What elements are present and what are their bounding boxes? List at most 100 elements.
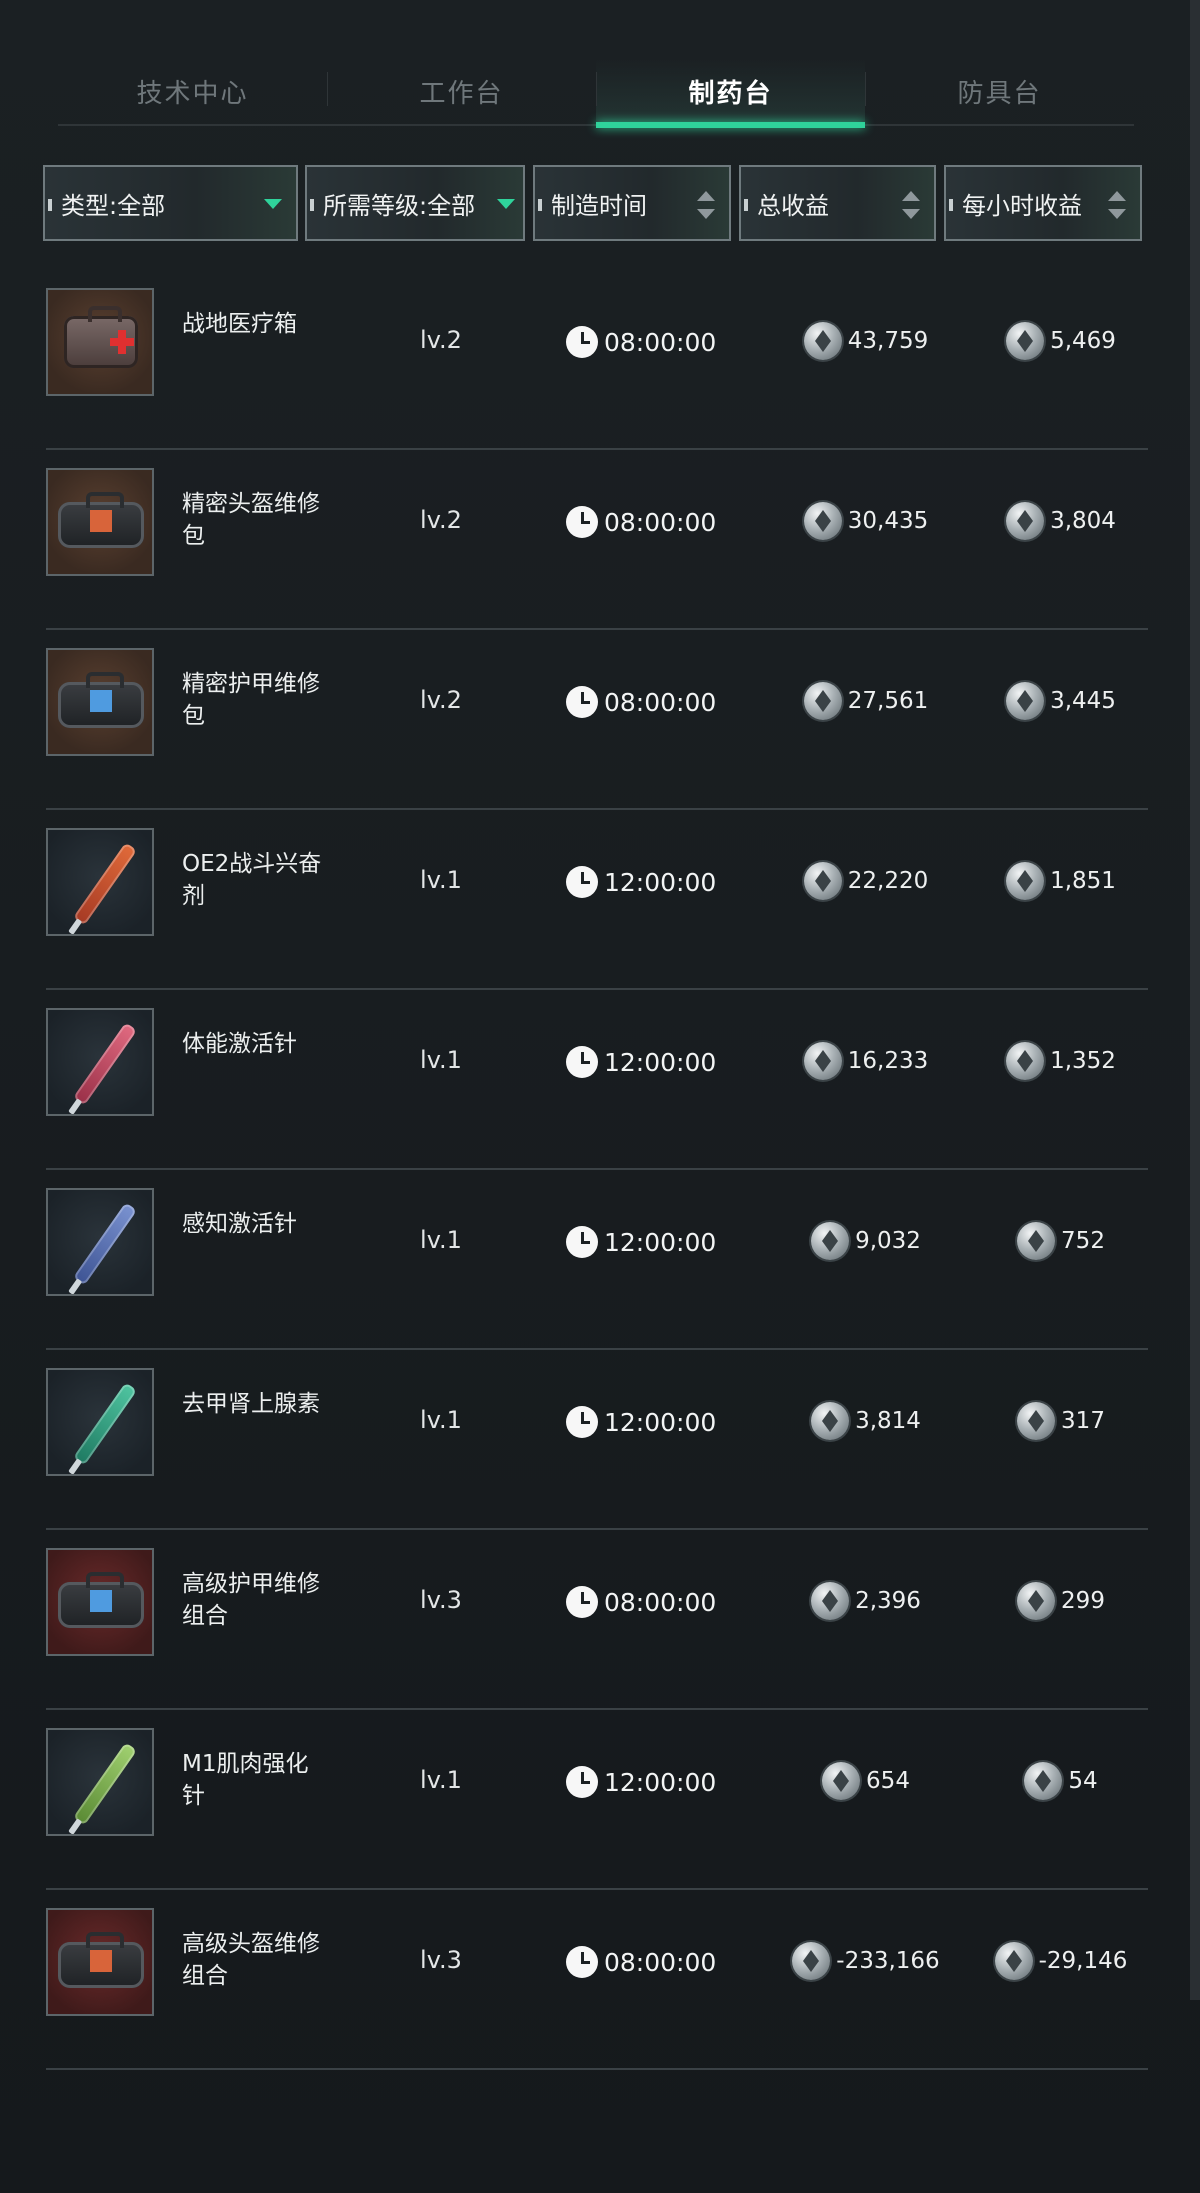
type-filter-dropdown[interactable]: 类型:全部 [43,165,298,241]
craft-time: 12:00:00 [566,1226,716,1258]
craft-time-value: 12:00:00 [604,1767,717,1797]
list-item[interactable]: 高级护甲维修组合 lv.3 08:00:00 2,396 299 [46,1530,1148,1710]
helmet-repair-bag-icon [46,468,154,576]
item-level: lv.1 [420,866,462,894]
coin-icon [1006,682,1045,720]
item-level: lv.2 [420,506,462,534]
hourly-profit-sort[interactable]: 每小时收益 [944,165,1142,241]
total-profit: 3,814 [766,1402,966,1440]
total-profit-value: 30,435 [847,508,929,534]
armor-repair-bag-icon [46,648,154,756]
level-filter-label: 所需等级:全部 [323,191,476,220]
craft-time-value: 12:00:00 [604,867,717,897]
coin-icon [1006,862,1045,900]
filter-bar: 类型:全部 所需等级:全部 制造时间 总收益 每小时收益 [43,165,1143,245]
item-name: OE2战斗兴奋剂 [182,851,322,909]
hourly-profit-value: 3,804 [1050,508,1116,534]
sort-arrows-icon [697,191,715,219]
item-name: 去甲肾上腺素 [182,1391,320,1417]
coin-icon [811,1582,850,1620]
list-item[interactable]: 体能激活针 lv.1 12:00:00 16,233 1,352 [46,990,1148,1170]
item-level: lv.1 [420,1766,462,1794]
clock-icon [566,1586,598,1618]
hourly-profit-sort-label: 每小时收益 [962,191,1082,220]
tab-tech-center[interactable]: 技术中心 [58,58,327,124]
craft-time: 12:00:00 [566,866,716,898]
level-filter-dropdown[interactable]: 所需等级:全部 [305,165,525,241]
total-profit: 2,396 [766,1582,966,1620]
craft-time: 08:00:00 [566,686,716,718]
list-item[interactable]: M1肌肉强化针 lv.1 12:00:00 654 54 [46,1710,1148,1890]
item-level: lv.1 [420,1046,462,1074]
hourly-profit-value: 299 [1061,1588,1105,1614]
craft-time: 12:00:00 [566,1766,716,1798]
list-item[interactable]: 感知激活针 lv.1 12:00:00 9,032 752 [46,1170,1148,1350]
hourly-profit: 3,804 [976,502,1146,540]
total-profit-value: 27,561 [847,688,929,714]
craft-time: 08:00:00 [566,1946,716,1978]
coin-icon [822,1762,861,1800]
syringe-icon [46,1008,154,1116]
craft-time-value: 08:00:00 [604,1947,717,1977]
item-name: 感知激活针 [182,1211,297,1237]
hourly-profit: 752 [976,1222,1146,1260]
total-profit-value: 3,814 [855,1408,921,1434]
total-profit-value: -233,166 [836,1948,940,1974]
total-profit: 43,759 [766,322,966,360]
item-name: 体能激活针 [182,1031,297,1057]
clock-icon [566,1406,598,1438]
coin-icon [803,1042,842,1080]
clock-icon [566,686,598,718]
list-item[interactable]: 精密头盔维修包 lv.2 08:00:00 30,435 3,804 [46,450,1148,630]
coin-icon [803,502,842,540]
coin-icon [1006,502,1045,540]
coin-icon [811,1402,850,1440]
craft-time: 12:00:00 [566,1046,716,1078]
clock-icon [566,506,598,538]
craft-time-value: 12:00:00 [604,1407,717,1437]
list-item[interactable]: OE2战斗兴奋剂 lv.1 12:00:00 22,220 1,851 [46,810,1148,990]
craft-time-value: 12:00:00 [604,1047,717,1077]
coin-icon [1017,1582,1056,1620]
medkit-icon [46,288,154,396]
total-profit-value: 16,233 [847,1048,929,1074]
list-item[interactable]: 去甲肾上腺素 lv.1 12:00:00 3,814 317 [46,1350,1148,1530]
tab-armor-bench[interactable]: 防具台 [865,58,1134,124]
hourly-profit: 299 [976,1582,1146,1620]
list-item[interactable]: 精密护甲维修包 lv.2 08:00:00 27,561 3,445 [46,630,1148,810]
hourly-profit-value: 54 [1068,1768,1098,1794]
total-profit: 16,233 [766,1042,966,1080]
craft-time-value: 08:00:00 [604,1587,717,1617]
craft-time-value: 08:00:00 [604,687,717,717]
item-name: 精密护甲维修包 [182,671,320,729]
tab-bar: 技术中心 工作台 制药台 防具台 [58,58,1134,128]
clock-icon [566,326,598,358]
hourly-profit-value: 5,469 [1050,328,1116,354]
total-profit-sort[interactable]: 总收益 [739,165,936,241]
total-profit-sort-label: 总收益 [757,191,829,220]
item-name: 精密头盔维修包 [182,491,320,549]
clock-icon [566,866,598,898]
list-item[interactable]: 战地医疗箱 lv.2 08:00:00 43,759 5,469 [46,270,1148,450]
hourly-profit: 3,445 [976,682,1146,720]
item-level: lv.2 [420,326,462,354]
coin-icon [1024,1762,1063,1800]
hourly-profit-value: 317 [1061,1408,1105,1434]
clock-icon [566,1226,598,1258]
tab-pharmacy[interactable]: 制药台 [596,58,865,128]
clock-icon [566,1946,598,1978]
scrollbar[interactable] [1190,0,1200,2000]
hourly-profit-value: 1,851 [1050,868,1116,894]
list-item[interactable]: 高级头盔维修组合 lv.3 08:00:00 -233,166 -29,146 [46,1890,1148,2070]
craft-time-sort[interactable]: 制造时间 [533,165,731,241]
total-profit-value: 22,220 [847,868,929,894]
tab-workbench[interactable]: 工作台 [327,58,596,124]
hourly-profit: 54 [976,1762,1146,1800]
hourly-profit: 1,352 [976,1042,1146,1080]
hourly-profit-value: 3,445 [1050,688,1116,714]
total-profit: 30,435 [766,502,966,540]
total-profit: 22,220 [766,862,966,900]
craft-time: 08:00:00 [566,1586,716,1618]
craft-time-value: 08:00:00 [604,507,717,537]
hourly-profit-value: 1,352 [1050,1048,1116,1074]
